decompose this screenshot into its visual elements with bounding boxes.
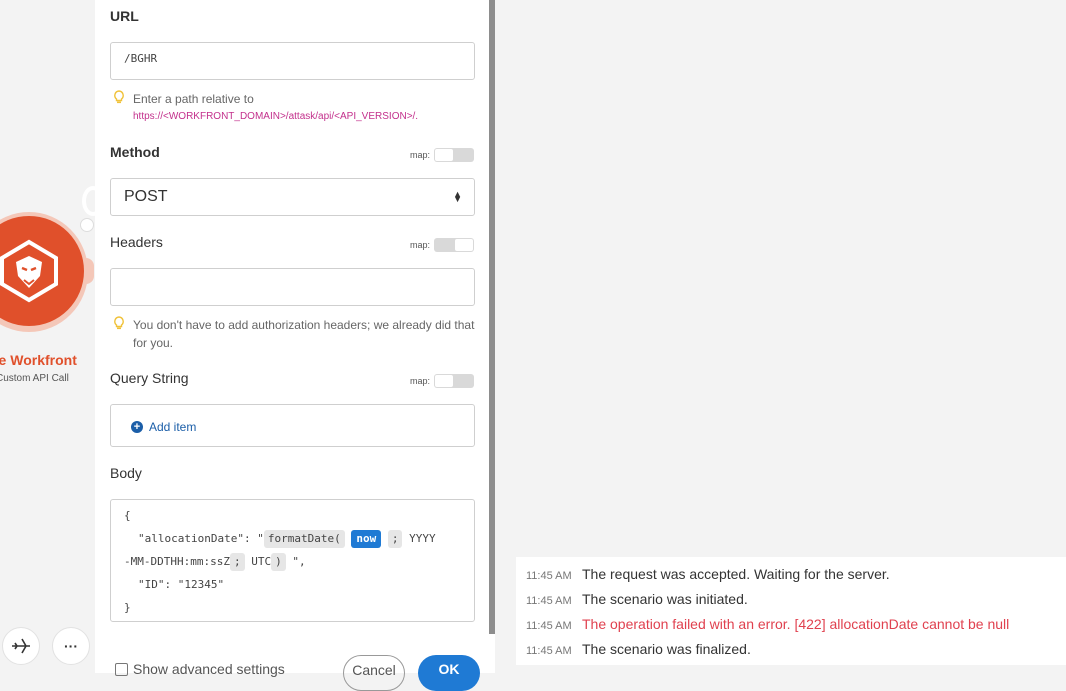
log-entry: 11:45 AM The scenario was initiated. xyxy=(526,591,748,607)
body-text: ", xyxy=(292,555,306,568)
body-line: -MM-DDTHH:mm:ssZ; UTC) ", xyxy=(124,550,461,573)
panel-scrollbar[interactable] xyxy=(489,0,495,634)
lightbulb-icon xyxy=(114,316,124,330)
log-time: 11:45 AM xyxy=(526,645,572,657)
body-line: "ID": "12345" xyxy=(138,578,225,591)
body-key: "allocationDate": " xyxy=(138,532,264,545)
log-entry: 11:45 AM The operation failed with an er… xyxy=(526,616,1009,632)
separator-pill[interactable]: ; xyxy=(229,553,245,571)
log-time: 11:45 AM xyxy=(526,570,572,582)
log-entry: 11:45 AM The scenario was finalized. xyxy=(526,641,751,657)
lightbulb-icon xyxy=(114,90,124,104)
query-map-toggle[interactable] xyxy=(434,374,475,388)
body-line: { xyxy=(124,509,131,522)
headers-map-label: map: xyxy=(410,240,431,250)
headers-hint: You don't have to add authorization head… xyxy=(133,318,475,350)
add-item-label: Add item xyxy=(149,420,197,434)
body-label: Body xyxy=(110,465,142,481)
log-message: The scenario was finalized. xyxy=(582,641,751,657)
node-connector-dot[interactable] xyxy=(80,218,94,232)
headers-label: Headers xyxy=(110,234,163,250)
method-select[interactable]: POST ▲ ▼ xyxy=(110,178,475,216)
query-map-label: map: xyxy=(410,376,431,386)
log-message-error: The operation failed with an error. [422… xyxy=(582,616,1010,632)
body-timezone: UTC xyxy=(251,555,272,568)
show-advanced-settings[interactable]: Show advanced settings xyxy=(115,661,285,677)
url-hint-link[interactable]: https://<WORKFRONT_DOMAIN>/attask/api/<A… xyxy=(133,108,418,126)
body-format-text: -MM-DDTHH:mm:ssZ xyxy=(124,555,230,568)
panel-edge xyxy=(489,634,495,673)
headers-input[interactable] xyxy=(110,268,475,306)
lion-logo-icon xyxy=(0,239,58,303)
body-line: } xyxy=(124,601,131,614)
url-hint: Enter a path relative to https://<WORKFR… xyxy=(133,90,418,126)
select-arrows-icon: ▲ ▼ xyxy=(453,189,462,204)
airplane-icon xyxy=(12,638,30,654)
module-title: be Workfront xyxy=(0,352,77,368)
variable-pill-now[interactable]: now xyxy=(351,530,382,548)
module-subtitle: Custom API Call xyxy=(0,373,69,384)
method-label: Method xyxy=(110,144,160,160)
headers-map-toggle[interactable] xyxy=(434,238,475,252)
run-once-button[interactable] xyxy=(2,627,40,665)
log-message: The request was accepted. Waiting for th… xyxy=(582,566,890,582)
add-item-button[interactable]: + Add item xyxy=(131,420,196,434)
body-editor[interactable]: { "allocationDate": " formatDate( now ; Y… xyxy=(110,499,475,622)
url-label: URL xyxy=(110,8,139,24)
method-select-value: POST xyxy=(124,188,168,205)
body-line: "allocationDate": " formatDate( now ; YYY… xyxy=(124,527,461,550)
show-advanced-label: Show advanced settings xyxy=(133,661,285,677)
module-settings-panel: URL /BGHR Enter a path relative to https… xyxy=(95,0,489,691)
body-format-text: YYYY xyxy=(409,532,436,545)
separator-pill[interactable]: ; xyxy=(387,530,403,548)
url-hint-text: Enter a path relative to xyxy=(133,92,254,106)
log-time: 11:45 AM xyxy=(526,620,572,632)
execution-log: 11:45 AM The request was accepted. Waiti… xyxy=(516,557,1066,665)
method-map-label: map: xyxy=(410,150,431,160)
ok-button[interactable]: OK xyxy=(418,655,480,691)
more-icon: ··· xyxy=(64,638,78,654)
query-string-label: Query String xyxy=(110,370,189,386)
headers-map-toggle-group: map: xyxy=(410,238,475,252)
close-paren-pill[interactable]: ) xyxy=(271,553,286,571)
log-message: The scenario was initiated. xyxy=(582,591,748,607)
log-time: 11:45 AM xyxy=(526,595,572,607)
more-options-button[interactable]: ··· xyxy=(52,627,90,665)
checkbox[interactable] xyxy=(115,662,128,676)
url-input[interactable]: /BGHR xyxy=(110,42,475,80)
query-string-box: + Add item xyxy=(110,404,475,447)
query-map-toggle-group: map: xyxy=(410,374,475,388)
method-map-toggle[interactable] xyxy=(434,148,475,162)
function-pill[interactable]: formatDate( xyxy=(263,530,345,548)
log-entry: 11:45 AM The request was accepted. Waiti… xyxy=(526,566,890,582)
plus-circle-icon: + xyxy=(131,421,143,433)
method-map-toggle-group: map: xyxy=(410,148,475,162)
cancel-button[interactable]: Cancel xyxy=(343,655,405,691)
